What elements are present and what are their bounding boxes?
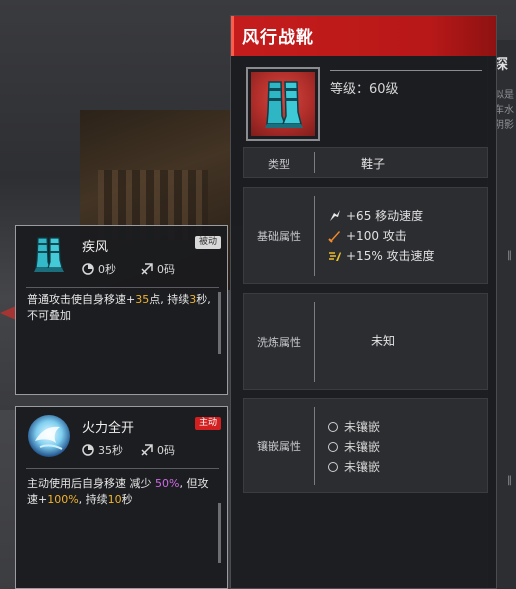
socket-text: 未镶嵌 bbox=[344, 460, 381, 474]
socket-text: 未镶嵌 bbox=[344, 440, 381, 454]
item-level: 等级：60级 bbox=[330, 82, 399, 97]
attack-icon bbox=[328, 229, 342, 243]
empty-socket-icon bbox=[328, 421, 338, 432]
item-header: 风行战靴 bbox=[231, 16, 496, 56]
description-fragment: 10 bbox=[107, 493, 122, 506]
socket-row: 镶嵌属性 未镶嵌 未镶嵌 未镶嵌 bbox=[243, 398, 488, 493]
skill-scrollbar[interactable] bbox=[218, 503, 221, 563]
skill-card-active[interactable]: 火力全开 主动 35秒 0码 主动使用后自身移速 减少 50%, 但攻速+100… bbox=[15, 406, 228, 589]
item-icon-frame[interactable] bbox=[246, 67, 320, 141]
base-stats-row: 基础属性 +65 移动速度 +100 攻击 +15% 攻击速度 bbox=[243, 187, 488, 284]
empty-socket-icon bbox=[328, 441, 338, 452]
active-skill-icon bbox=[26, 413, 72, 459]
level-divider bbox=[330, 70, 482, 71]
refine-value: 未知 bbox=[371, 334, 396, 348]
refine-label: 洗炼属性 bbox=[257, 336, 301, 349]
background-side-line: 车水 bbox=[494, 105, 514, 116]
socket-label: 镶嵌属性 bbox=[257, 440, 301, 453]
description-fragment: 主动使用后自身移速 减少 bbox=[27, 477, 155, 490]
description-fragment: 秒 bbox=[121, 493, 133, 506]
description-fragment: 100% bbox=[47, 493, 79, 506]
stat-text: +65 移动速度 bbox=[346, 209, 424, 223]
attack-speed-icon bbox=[328, 249, 342, 263]
background-side-mark: ‖ bbox=[507, 250, 512, 261]
skill-name: 火力全开 bbox=[82, 421, 135, 436]
background-side-mark: ‖ bbox=[507, 475, 512, 486]
header-accent bbox=[231, 16, 234, 56]
base-stats-label: 基础属性 bbox=[257, 230, 301, 243]
skill-type-badge: 被动 bbox=[194, 236, 221, 249]
stat-attack-speed: +15% 攻击速度 bbox=[328, 247, 435, 264]
cost-text: 0码 bbox=[157, 263, 175, 276]
row-divider bbox=[314, 196, 315, 276]
stat-move-speed: +65 移动速度 bbox=[328, 207, 423, 224]
passive-boots-icon bbox=[26, 232, 72, 278]
type-value: 鞋子 bbox=[361, 157, 386, 171]
item-detail-panel: 风行战靴 等级：60级 类型 鞋子 基础属性 +65 移动速度 +100 攻击 … bbox=[230, 15, 497, 589]
cooldown-text: 0秒 bbox=[98, 263, 116, 276]
refine-row: 洗炼属性 未知 bbox=[243, 293, 488, 390]
stat-text: +100 攻击 bbox=[346, 229, 407, 243]
type-row: 类型 鞋子 bbox=[243, 147, 488, 178]
description-fragment: 普通攻击使自身移速+ bbox=[27, 293, 136, 306]
skill-scrollbar[interactable] bbox=[218, 292, 221, 354]
description-fragment: 点, 持续 bbox=[149, 293, 190, 306]
stat-text: +15% 攻击速度 bbox=[346, 249, 435, 263]
description-fragment: 50% bbox=[155, 477, 180, 490]
stat-attack: +100 攻击 bbox=[328, 227, 407, 244]
skill-name: 疾风 bbox=[82, 240, 109, 255]
background-side-line: 阴影 bbox=[494, 120, 514, 131]
boots-icon bbox=[251, 72, 315, 136]
empty-socket-icon bbox=[328, 461, 338, 472]
socket-slot[interactable]: 未镶嵌 bbox=[328, 418, 380, 435]
cooldown-icon bbox=[82, 263, 94, 275]
row-divider bbox=[314, 152, 315, 173]
skill-card-passive[interactable]: 疾风 被动 0秒 0码 普通攻击使自身移速+35点, 持续3秒, 不可叠加 bbox=[15, 225, 228, 395]
cost-icon bbox=[141, 263, 153, 275]
description-fragment: , 持续 bbox=[78, 493, 108, 506]
cost-text: 0码 bbox=[157, 444, 175, 457]
socket-slot[interactable]: 未镶嵌 bbox=[328, 458, 380, 475]
skill-cooldown: 35秒 bbox=[82, 442, 123, 458]
skill-divider bbox=[26, 287, 219, 288]
skill-description: 普通攻击使自身移速+35点, 持续3秒, 不可叠加 bbox=[27, 292, 217, 324]
type-label: 类型 bbox=[268, 158, 290, 171]
background-side-line: 似是 bbox=[494, 90, 514, 101]
speed-icon bbox=[328, 209, 342, 223]
cost-icon bbox=[141, 444, 153, 456]
description-fragment: 35 bbox=[135, 293, 150, 306]
skill-type-badge: 主动 bbox=[194, 417, 221, 430]
cooldown-text: 35秒 bbox=[98, 444, 123, 457]
skill-cost: 0码 bbox=[141, 261, 175, 277]
cooldown-icon bbox=[82, 444, 94, 456]
socket-slot[interactable]: 未镶嵌 bbox=[328, 438, 380, 455]
socket-text: 未镶嵌 bbox=[344, 420, 381, 434]
skill-cost: 0码 bbox=[141, 442, 175, 458]
row-divider bbox=[314, 407, 315, 485]
skill-description: 主动使用后自身移速 减少 50%, 但攻速+100%, 持续10秒 bbox=[27, 476, 217, 508]
skill-cooldown: 0秒 bbox=[82, 261, 116, 277]
row-divider bbox=[314, 302, 315, 382]
skill-divider bbox=[26, 468, 219, 469]
item-title: 风行战靴 bbox=[242, 28, 314, 48]
background-side-text: 似是 车水 阴影 bbox=[494, 88, 516, 133]
